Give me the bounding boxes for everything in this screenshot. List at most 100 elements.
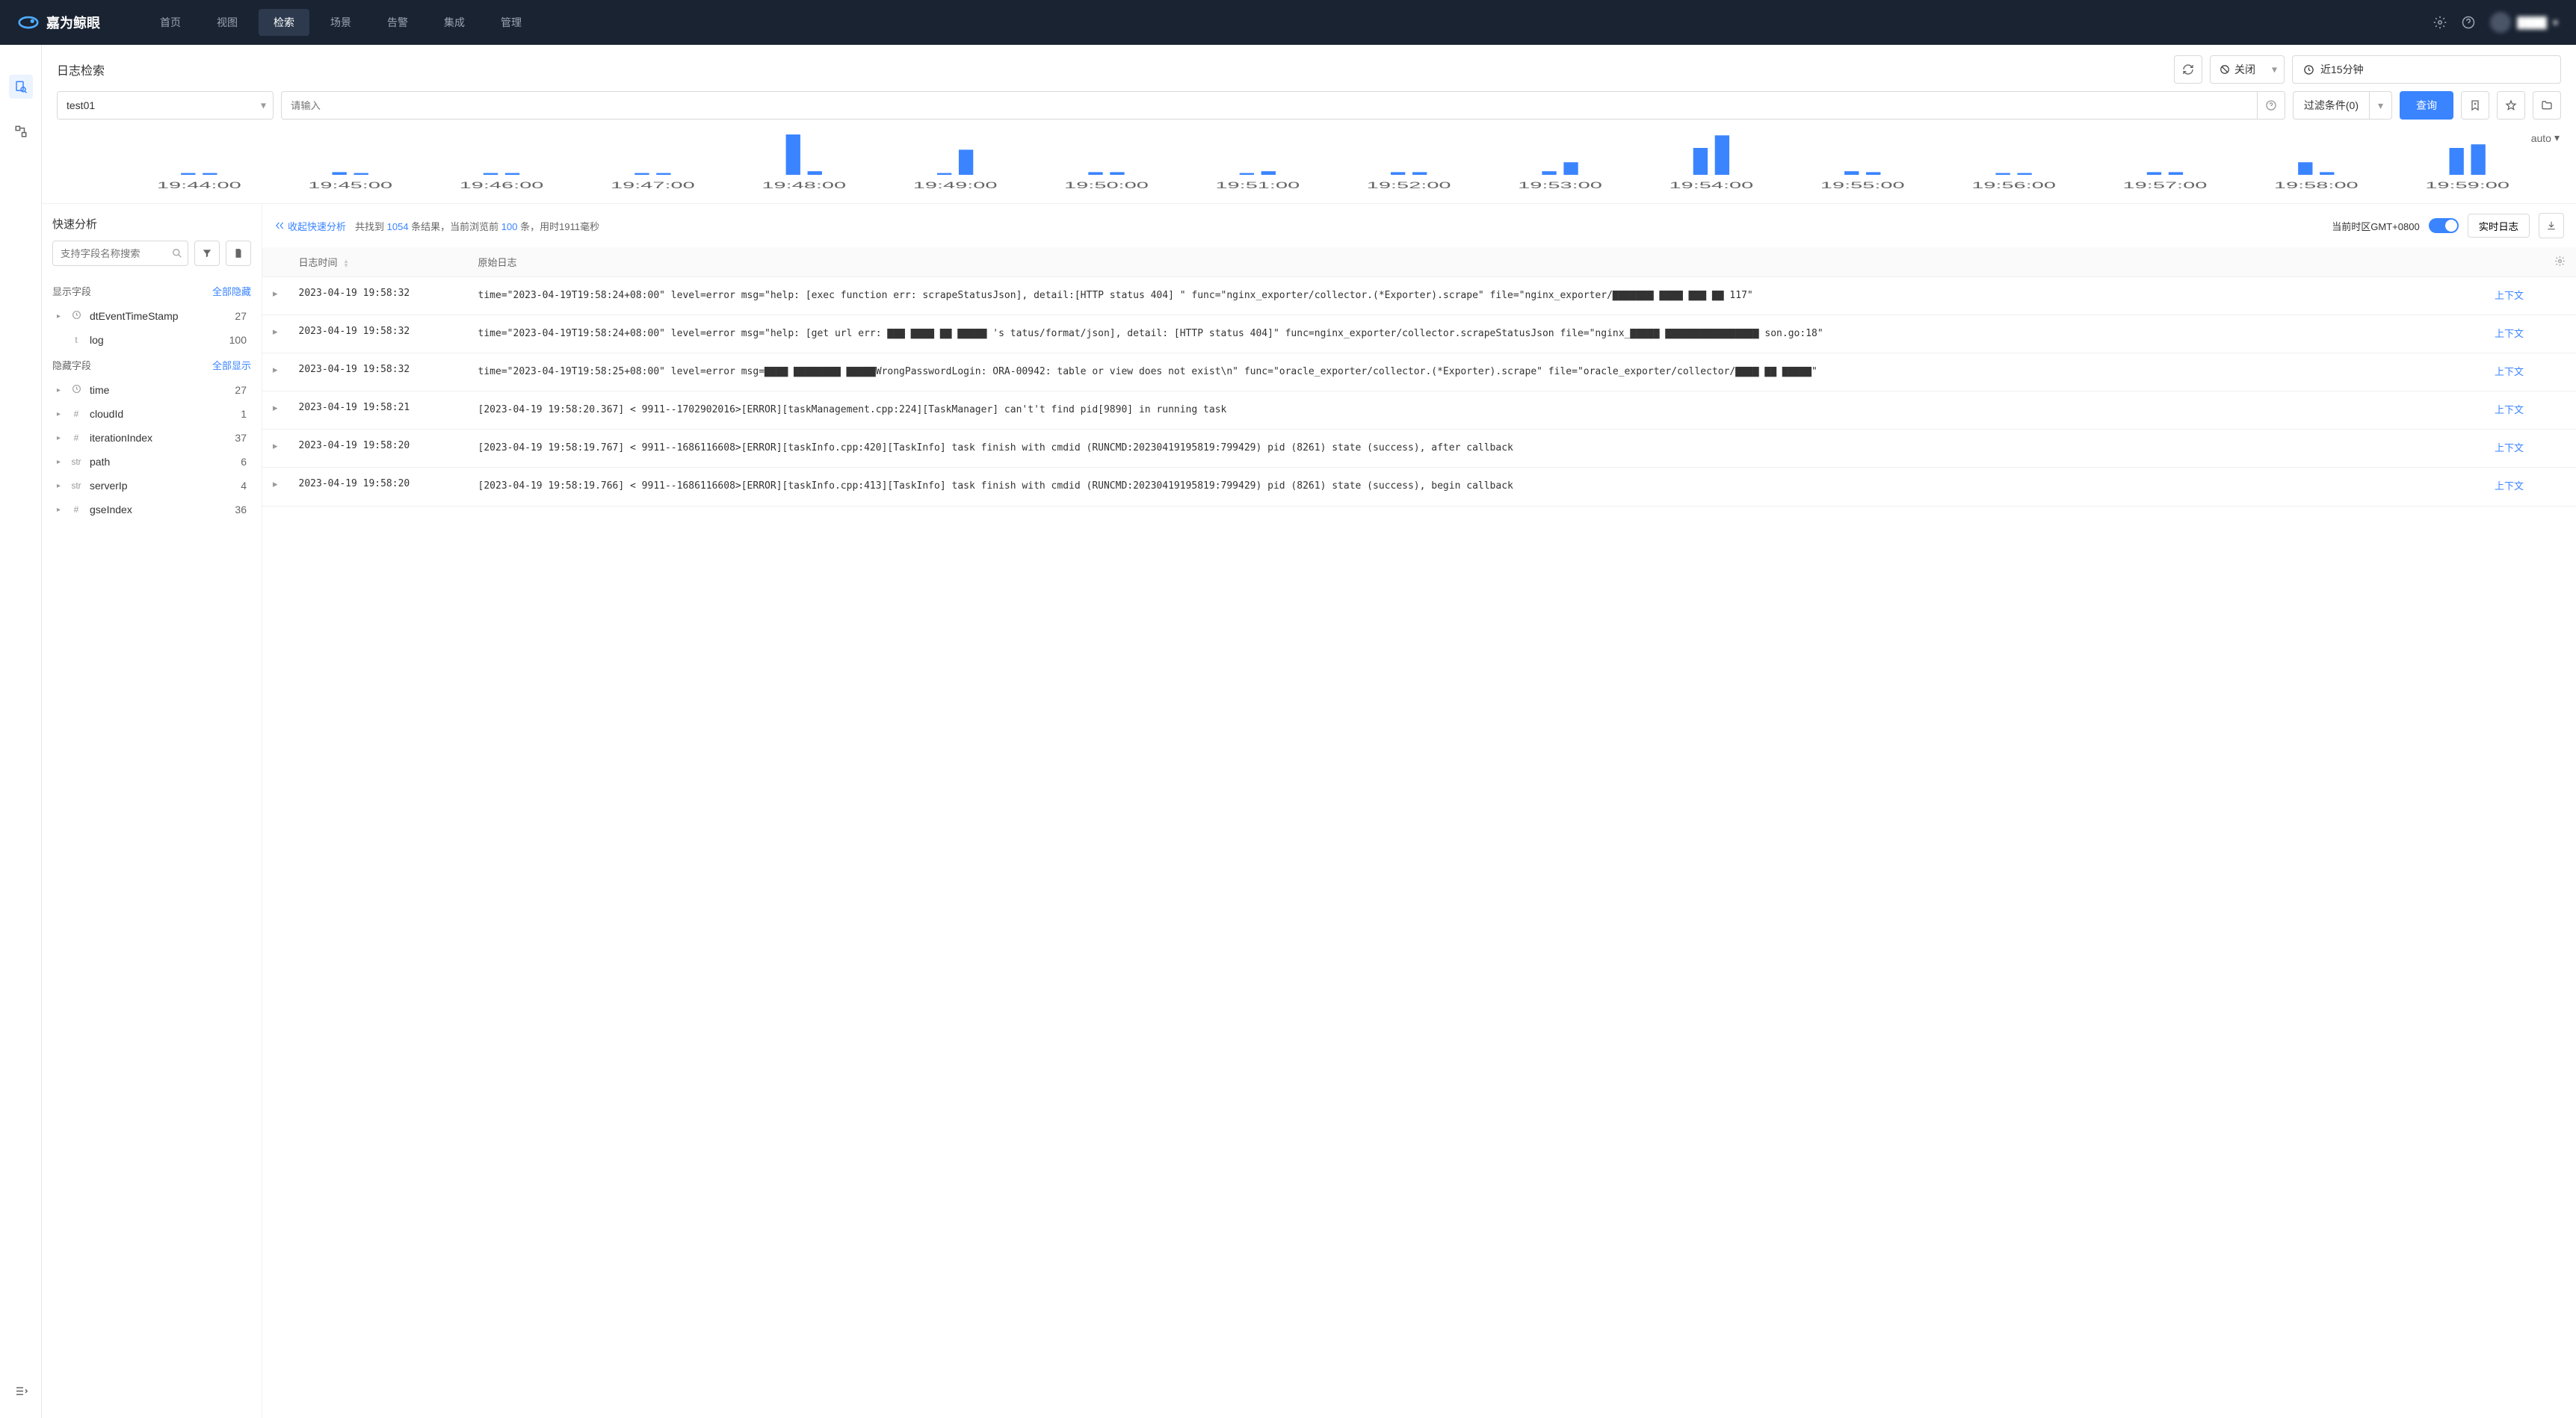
rail-expand[interactable] xyxy=(9,1379,33,1403)
rail-log-search[interactable] xyxy=(9,75,33,99)
svg-text:19:58:00: 19:58:00 xyxy=(2274,180,2359,191)
username: ████ xyxy=(2517,16,2547,28)
nodes-icon xyxy=(14,125,28,138)
table-row: ▸2023-04-19 19:58:32time="2023-04-19T19:… xyxy=(262,277,2576,315)
settings-icon[interactable] xyxy=(2433,16,2447,29)
filter-wrap: 过滤条件(0) ▾ xyxy=(2293,91,2392,120)
search-input[interactable] xyxy=(281,91,2257,120)
svg-text:19:55:00: 19:55:00 xyxy=(1820,180,1905,191)
nav-item[interactable]: 管理 xyxy=(486,9,537,36)
table-row: ▸2023-04-19 19:58:32time="2023-04-19T19:… xyxy=(262,353,2576,391)
realtime-button[interactable]: 实时日志 xyxy=(2468,214,2530,238)
logo[interactable]: 嘉为鲸眼 xyxy=(18,12,100,33)
svg-text:19:48:00: 19:48:00 xyxy=(762,180,846,191)
main: 日志检索 关闭 ▾ 近15分钟 test01 ▾ xyxy=(42,45,2576,1418)
svg-text:19:44:00: 19:44:00 xyxy=(157,180,241,191)
search-wrap xyxy=(281,91,2285,120)
field-item[interactable]: ▸#gseIndex36 xyxy=(52,498,251,521)
field-item[interactable]: ▸time27 xyxy=(52,378,251,402)
svg-text:19:46:00: 19:46:00 xyxy=(460,180,544,191)
doc-icon xyxy=(233,248,244,258)
chart-mode-select[interactable]: auto ▾ xyxy=(2531,131,2560,144)
download-button[interactable] xyxy=(2539,213,2564,238)
field-item[interactable]: ▸dtEventTimeStamp27 xyxy=(52,304,251,328)
time-range-picker[interactable]: 近15分钟 xyxy=(2292,55,2561,84)
expand-row[interactable]: ▸ xyxy=(262,315,288,353)
caret-right-icon: ▸ xyxy=(57,386,66,394)
folder-button[interactable] xyxy=(2533,91,2561,120)
nav-item[interactable]: 集成 xyxy=(429,9,480,36)
svg-text:19:52:00: 19:52:00 xyxy=(1367,180,1451,191)
log-time: 2023-04-19 19:58:32 xyxy=(288,277,468,315)
app-header: 嘉为鲸眼 首页视图检索场景告警集成管理 ████ ▾ xyxy=(0,0,2576,45)
help-icon[interactable] xyxy=(2462,16,2475,29)
query-button[interactable]: 查询 xyxy=(2400,91,2453,120)
rail-item-2[interactable] xyxy=(9,120,33,143)
table-row: ▸2023-04-19 19:58:32time="2023-04-19T19:… xyxy=(262,315,2576,353)
context-link[interactable]: 上下文 xyxy=(2495,404,2524,415)
filter-more-button[interactable]: ▾ xyxy=(2370,91,2392,120)
context-link[interactable]: 上下文 xyxy=(2495,366,2524,377)
collapse-panel-link[interactable]: 收起快速分析 xyxy=(274,219,346,233)
field-type-icon: str xyxy=(69,480,84,491)
svg-text:19:50:00: 19:50:00 xyxy=(1064,180,1149,191)
autoupdate-select[interactable]: 关闭 ▾ xyxy=(2210,55,2285,84)
svg-text:19:56:00: 19:56:00 xyxy=(1971,180,2056,191)
svg-text:19:51:00: 19:51:00 xyxy=(1215,180,1300,191)
caret-right-icon: ▸ xyxy=(57,410,66,418)
nav-item[interactable]: 视图 xyxy=(202,9,253,36)
expand-row[interactable]: ▸ xyxy=(262,391,288,430)
top-nav: 首页视图检索场景告警集成管理 xyxy=(145,9,2433,36)
context-link[interactable]: 上下文 xyxy=(2495,290,2524,301)
save-search-button[interactable] xyxy=(2461,91,2489,120)
page-title: 日志检索 xyxy=(57,61,2166,78)
table-row: ▸2023-04-19 19:58:20[2023-04-19 19:58:19… xyxy=(262,430,2576,468)
refresh-button[interactable] xyxy=(2174,55,2202,84)
col-raw-header: 原始日志 xyxy=(468,247,2484,277)
favorite-button[interactable] xyxy=(2497,91,2525,120)
field-search-input[interactable] xyxy=(52,241,188,266)
query-help-button[interactable] xyxy=(2257,91,2285,120)
nav-item[interactable]: 场景 xyxy=(315,9,366,36)
expand-row[interactable]: ▸ xyxy=(262,430,288,468)
field-item[interactable]: ▸strserverIp4 xyxy=(52,474,251,498)
search-icon xyxy=(172,248,182,258)
expand-row[interactable]: ▸ xyxy=(262,468,288,506)
table-row: ▸2023-04-19 19:58:21[2023-04-19 19:58:20… xyxy=(262,391,2576,430)
svg-text:19:45:00: 19:45:00 xyxy=(308,180,392,191)
col-time-header[interactable]: 日志时间 ▲▼ xyxy=(288,247,468,277)
field-name: time xyxy=(90,384,235,396)
field-item[interactable]: tlog100 xyxy=(52,328,251,352)
hide-all-link[interactable]: 全部隐藏 xyxy=(212,284,251,298)
filter-icon-button[interactable] xyxy=(194,241,220,266)
search-doc-icon xyxy=(14,80,28,93)
context-link[interactable]: 上下文 xyxy=(2495,328,2524,339)
expand-row[interactable]: ▸ xyxy=(262,353,288,391)
doc-icon-button[interactable] xyxy=(226,241,251,266)
user-menu[interactable]: ████ ▾ xyxy=(2490,12,2558,33)
source-select[interactable]: test01 ▾ xyxy=(57,91,274,120)
field-item[interactable]: ▸#iterationIndex37 xyxy=(52,426,251,450)
context-link[interactable]: 上下文 xyxy=(2495,442,2524,453)
logo-icon xyxy=(18,12,39,33)
field-count: 4 xyxy=(241,480,247,492)
field-name: cloudId xyxy=(90,408,241,420)
log-table-wrap[interactable]: 日志时间 ▲▼ 原始日志 ▸2023-04-19 19:58:32time="2… xyxy=(262,247,2576,1418)
nav-item[interactable]: 告警 xyxy=(372,9,423,36)
field-count: 36 xyxy=(235,504,247,516)
side-rail xyxy=(0,45,42,1418)
show-all-link[interactable]: 全部显示 xyxy=(212,358,251,372)
timezone-toggle[interactable] xyxy=(2429,218,2459,233)
log-raw: [2023-04-19 19:58:20.367] < 9911--170290… xyxy=(468,391,2484,430)
field-item[interactable]: ▸strpath6 xyxy=(52,450,251,474)
nav-item[interactable]: 首页 xyxy=(145,9,196,36)
histogram-svg: 19:44:0019:45:0019:46:0019:47:0019:48:00… xyxy=(105,130,2561,197)
bookmark-add-icon xyxy=(2469,99,2481,111)
filter-button[interactable]: 过滤条件(0) xyxy=(2293,91,2370,120)
field-item[interactable]: ▸#cloudId1 xyxy=(52,402,251,426)
nav-item[interactable]: 检索 xyxy=(259,9,309,36)
chevron-down-icon: ▾ xyxy=(2553,16,2558,29)
expand-row[interactable]: ▸ xyxy=(262,277,288,315)
gear-icon[interactable] xyxy=(2554,256,2566,267)
context-link[interactable]: 上下文 xyxy=(2495,480,2524,492)
